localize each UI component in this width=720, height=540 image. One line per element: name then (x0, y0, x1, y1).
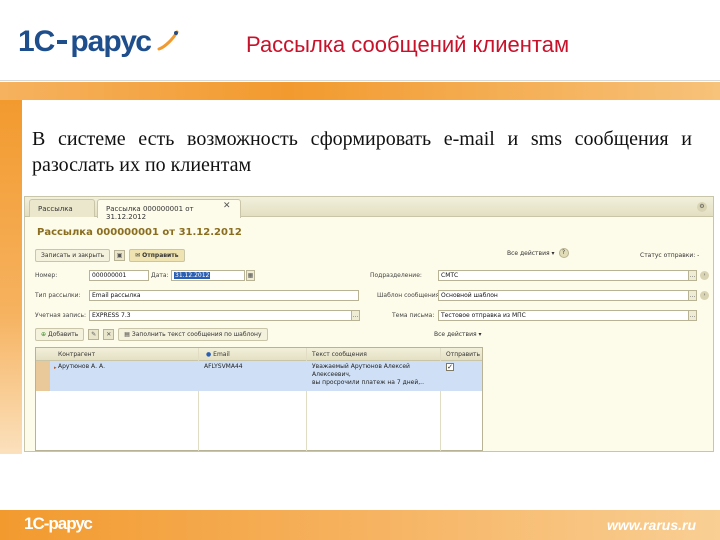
email-column-icon: ● (206, 351, 212, 358)
window-settings-icon[interactable]: ⚙ (697, 202, 707, 212)
column-header-send[interactable]: Отправить (446, 351, 480, 358)
number-label: Номер: (35, 272, 58, 279)
account-select-icon[interactable]: … (351, 310, 360, 321)
column-header-client[interactable]: Контрагент (58, 351, 95, 358)
date-field[interactable]: 31.12.2012 (171, 270, 245, 281)
recipients-table: Контрагент ● Email Текст сообщения Отпра… (35, 347, 483, 451)
account-field[interactable]: EXPRESS 7.3 (89, 310, 359, 321)
orange-band (0, 82, 720, 100)
fill-template-icon: ▤ (124, 331, 130, 338)
send-button[interactable]: ✉ Отправить (129, 248, 185, 262)
tab-mailing-list[interactable]: Рассылка (29, 199, 95, 217)
mailing-type-field[interactable]: Email рассылка (89, 290, 359, 301)
template-open-icon[interactable]: › (700, 291, 709, 300)
logo-swoosh-icon (157, 30, 179, 51)
subject-label: Тема письма: (392, 312, 435, 319)
cell-email[interactable]: AFLYSVMA44 (204, 363, 243, 371)
cell-client[interactable]: Арутюнов А. А. (58, 363, 105, 371)
document-title: Рассылка 000000001 от 31.12.2012 (37, 227, 242, 238)
tab-mailing-document[interactable]: Рассылка 000000001 от 31.12.2012 (97, 199, 241, 221)
app-window: Рассылка Рассылка 000000001 от 31.12.201… (24, 196, 714, 452)
add-label: Добавить (48, 331, 79, 338)
account-label: Учетная запись: (35, 312, 87, 319)
cell-message-line-2[interactable]: Алексеевич, (312, 371, 351, 379)
all-actions-menu[interactable]: Все действия ▾ (507, 250, 555, 257)
mailing-type-label: Тип рассылки: (35, 292, 81, 299)
row-current-icon: ▸ (54, 365, 57, 371)
slide-title: Рассылка сообщений клиентам (246, 32, 570, 57)
template-field[interactable]: Основной шаблон (438, 290, 696, 301)
template-label: Шаблон сообщения: (377, 292, 442, 299)
division-field[interactable]: СМТС (438, 270, 696, 281)
cell-message-line-3[interactable]: вы просрочили платеж на 7 дней,.. (312, 379, 424, 387)
tab-bar: Рассылка Рассылка 000000001 от 31.12.201… (25, 197, 713, 221)
calendar-icon[interactable]: ▦ (246, 270, 255, 281)
column-header-email-label: Email (213, 351, 230, 358)
save-icon[interactable]: ▣ (114, 249, 126, 261)
division-open-icon[interactable]: › (700, 271, 709, 280)
document-actions: Все действия ▾ ? (507, 248, 569, 258)
column-header-message[interactable]: Текст сообщения (312, 351, 367, 358)
cell-message-line-1[interactable]: Уважаемый Арутюнов Алексей (312, 363, 410, 371)
template-select-icon[interactable]: … (688, 290, 697, 301)
logo-rarus-text: рарус (70, 25, 152, 58)
edit-row-icon[interactable]: ✎ (88, 329, 100, 340)
delete-row-icon[interactable]: ✕ (103, 329, 115, 340)
document-toolbar: Записать и закрыть ▣ ✉ Отправить (35, 248, 185, 262)
subject-field[interactable]: Тестовое отправка из МПС (438, 310, 696, 321)
fill-template-label: Заполнить текст сообщения по шаблону (131, 331, 262, 338)
division-label: Подразделение: (370, 272, 422, 279)
table-all-actions-menu[interactable]: Все действия ▾ (434, 331, 482, 338)
column-header-email[interactable]: ● Email (206, 351, 230, 358)
slide-body-text: В системе есть возможность сформировать … (32, 128, 692, 176)
division-select-icon[interactable]: … (688, 270, 697, 281)
footer-url[interactable]: www.rarus.ru (607, 517, 696, 533)
company-logo: 1С рарус (18, 22, 181, 62)
date-value: 31.12.2012 (174, 272, 211, 279)
footer-logo: 1С-рарус (24, 514, 93, 533)
header-divider (0, 80, 720, 81)
table-row[interactable]: ▸ Арутюнов А. А. AFLYSVMA44 Уважаемый Ар… (36, 361, 482, 391)
orange-side-band (0, 100, 22, 454)
send-label: Отправить (142, 251, 179, 259)
logo-dash (57, 40, 68, 44)
send-checkbox[interactable]: ✓ (446, 363, 454, 371)
tab-mailing-document-label: Рассылка 000000001 от 31.12.2012 (106, 205, 194, 221)
tab-close-icon[interactable]: ✕ (223, 201, 231, 211)
table-toolbar: ⊕ Добавить ✎ ✕ ▤ Заполнить текст сообщен… (35, 328, 268, 341)
row-marker (36, 361, 50, 391)
add-row-button[interactable]: ⊕ Добавить (35, 328, 85, 341)
send-icon: ✉ (135, 251, 141, 259)
table-header: Контрагент ● Email Текст сообщения Отпра… (36, 348, 482, 361)
subject-select-icon[interactable]: … (688, 310, 697, 321)
send-status: Статус отправки: - (640, 252, 700, 259)
fill-template-button[interactable]: ▤ Заполнить текст сообщения по шаблону (118, 328, 268, 341)
add-icon: ⊕ (41, 331, 47, 338)
date-label: Дата: (151, 272, 169, 279)
number-field[interactable]: 000000001 (89, 270, 149, 281)
save-close-button[interactable]: Записать и закрыть (35, 248, 111, 262)
logo-1c-text: 1С (18, 25, 55, 58)
help-icon[interactable]: ? (558, 248, 569, 258)
